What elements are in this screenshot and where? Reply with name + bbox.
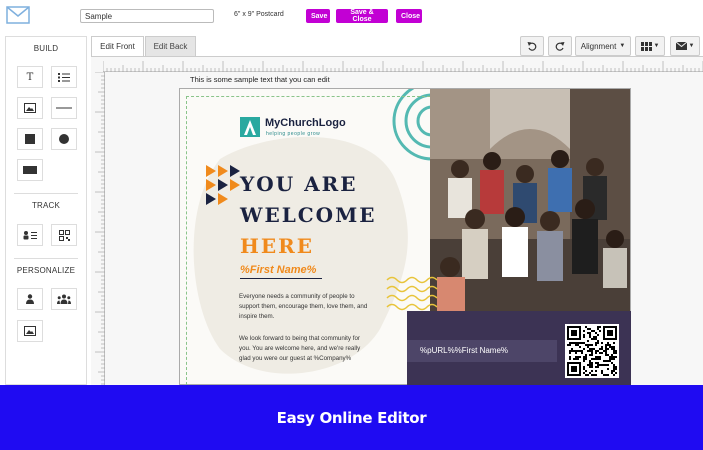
headline-line-3[interactable]: HERE [240, 234, 314, 258]
undo-icon [527, 42, 537, 51]
image-tool-button[interactable] [17, 97, 43, 119]
alignment-dropdown[interactable]: Alignment ▼ [575, 36, 631, 56]
yellow-wave-decoration [386, 276, 438, 311]
build-section-title: BUILD [33, 44, 59, 53]
line-tool-icon [56, 107, 72, 109]
rectangle-tool-icon [23, 166, 37, 174]
list-tool-button[interactable] [51, 66, 77, 88]
person-tool-button[interactable] [17, 288, 43, 310]
banner-title: Easy Online Editor [276, 408, 427, 427]
person-icon [26, 294, 34, 304]
headline-line-1[interactable]: YOU ARE [240, 172, 358, 196]
track-section-title: TRACK [31, 201, 61, 210]
square-tool-button[interactable] [17, 128, 43, 150]
first-name-underline [240, 278, 322, 279]
personal-image-tool-button[interactable] [17, 320, 43, 342]
undo-button[interactable] [520, 36, 544, 56]
qr-code-pattern [565, 324, 619, 378]
contact-card-icon [23, 231, 37, 240]
line-tool-button[interactable] [51, 97, 77, 119]
circle-tool-icon [59, 134, 69, 144]
save-button[interactable]: Save [306, 9, 330, 23]
mail-icon [675, 42, 687, 50]
church-logo-text[interactable]: MyChurchLogo [265, 117, 346, 129]
caret-down-icon: ▼ [688, 43, 695, 49]
square-tool-icon [25, 134, 35, 144]
envelope-logo-icon [6, 6, 30, 24]
group-icon [57, 294, 71, 304]
promo-banner: Easy Online Editor [0, 385, 703, 450]
group-tool-button[interactable] [51, 288, 77, 310]
first-name-merge-field[interactable]: %First Name% [240, 264, 316, 276]
group-photo[interactable] [430, 89, 630, 311]
personalize-section-title: PERSONALIZE [16, 266, 76, 275]
headline-line-2[interactable]: WELCOME [240, 203, 377, 227]
rectangle-tool-button[interactable] [17, 159, 43, 181]
panel-divider [14, 193, 78, 194]
purl-merge-field[interactable]: %pURL%%First Name% [420, 346, 508, 355]
top-toolbar: 6" x 9" Postcard Save Save & Close Close [0, 0, 703, 32]
postcard-size-label: 6" x 9" Postcard [234, 11, 284, 18]
caret-down-icon: ▼ [653, 43, 660, 49]
design-name-input[interactable] [80, 9, 214, 23]
qr-code-tool-button[interactable] [51, 224, 77, 246]
circle-tool-button[interactable] [51, 128, 77, 150]
qr-code-icon [58, 229, 70, 241]
image-icon [24, 326, 36, 336]
editable-sample-text[interactable]: This is some sample text that you can ed… [190, 75, 330, 84]
close-button[interactable]: Close [396, 9, 422, 23]
mail-dropdown[interactable]: ▼ [670, 36, 700, 56]
grid-dropdown[interactable]: ▼ [635, 36, 665, 56]
text-tool-icon: T [26, 71, 34, 83]
image-tool-icon [24, 103, 36, 113]
qr-code-image[interactable] [565, 324, 619, 378]
tab-edit-front[interactable]: Edit Front [91, 36, 144, 56]
text-tool-button[interactable]: T [17, 66, 43, 88]
redo-button[interactable] [548, 36, 572, 56]
redo-icon [555, 42, 565, 51]
grid-icon [640, 41, 652, 51]
save-and-close-button[interactable]: Save & Close [336, 9, 388, 23]
church-logo-tagline[interactable]: helping people grow [266, 131, 320, 137]
vertical-ruler [93, 72, 105, 385]
horizontal-ruler [103, 58, 703, 72]
list-tool-icon [58, 73, 70, 82]
caret-down-icon: ▼ [619, 43, 626, 49]
alignment-label: Alignment [580, 41, 617, 51]
group-photo-illustration [430, 89, 630, 311]
tools-panel: BUILD T TRACK PERSONALIZE [5, 36, 87, 385]
panel-divider [14, 258, 78, 259]
body-paragraph-1[interactable]: Everyone needs a community of people to … [239, 292, 373, 322]
tab-edit-back[interactable]: Edit Back [145, 36, 196, 56]
contact-card-tool-button[interactable] [17, 224, 43, 246]
church-logo-icon [240, 117, 260, 137]
body-paragraph-2[interactable]: We look forward to being that community … [239, 334, 373, 364]
